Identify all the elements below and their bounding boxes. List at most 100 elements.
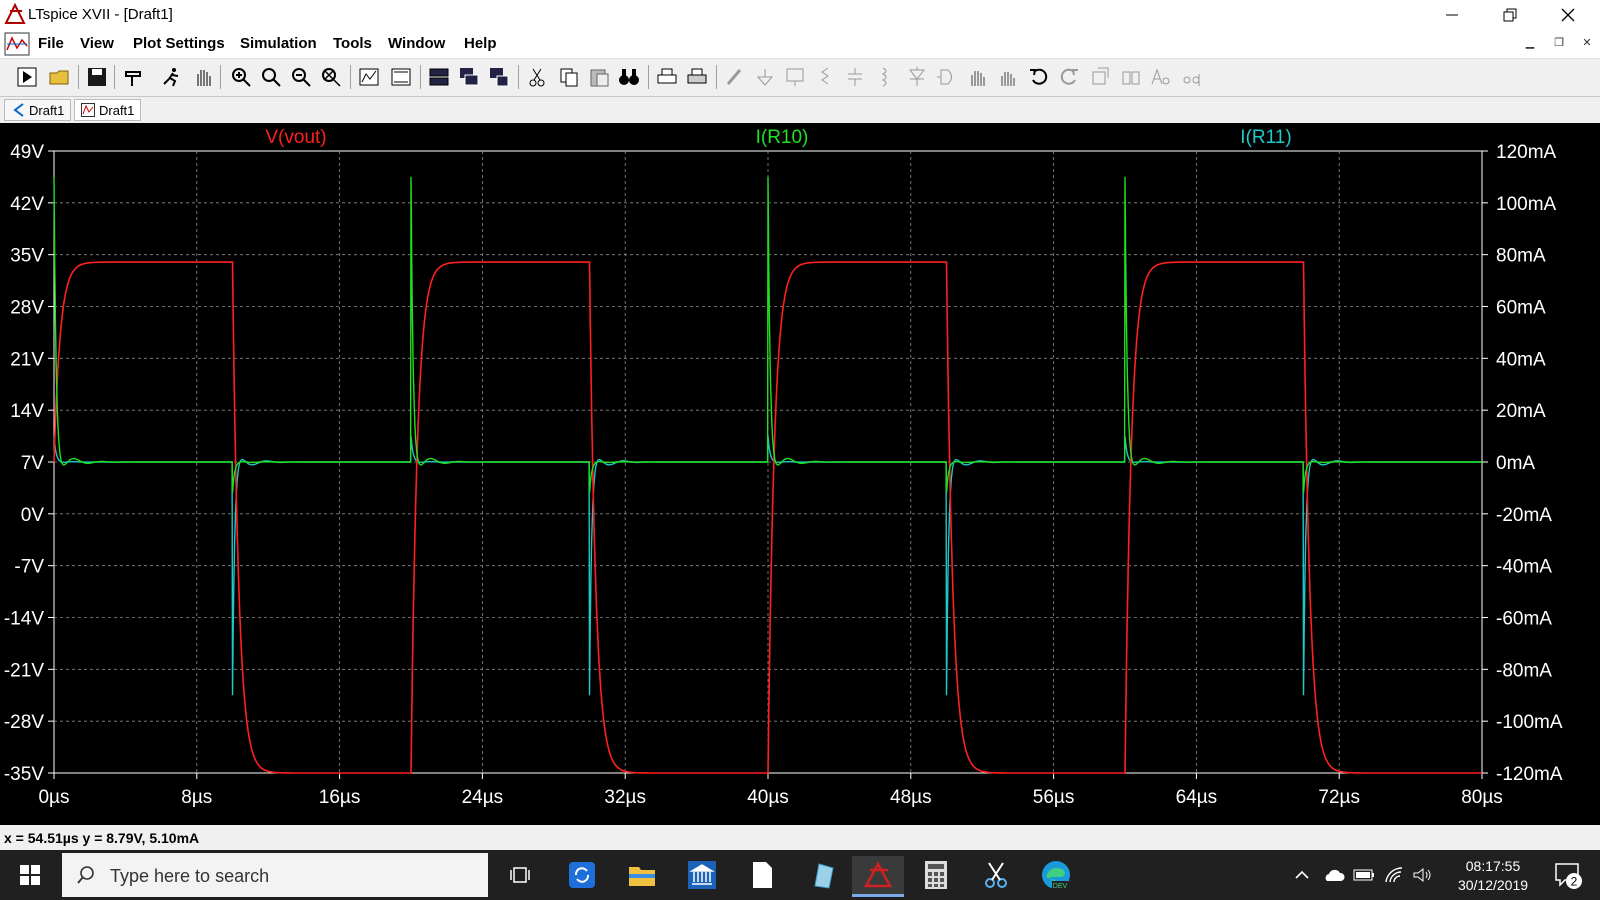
taskbar-sync-app[interactable] <box>560 856 604 894</box>
component-button[interactable] <box>934 64 960 90</box>
zoom-area-button[interactable] <box>258 64 284 90</box>
cloud-icon <box>1325 869 1345 881</box>
x-tick-label: 64µs <box>1176 787 1218 808</box>
x-tick-label: 32µs <box>604 787 646 808</box>
menu-tools[interactable]: Tools <box>333 35 372 52</box>
taskbar-calculator[interactable] <box>914 856 958 894</box>
volume-tray-icon[interactable] <box>1410 856 1434 894</box>
waveform-icon <box>81 103 95 117</box>
zoom-in-button[interactable] <box>228 64 254 90</box>
wifi-icon <box>1385 867 1403 883</box>
menu-help[interactable]: Help <box>464 35 497 52</box>
text-button[interactable] <box>1148 64 1174 90</box>
tab-schematic-draft1[interactable]: Draft1 <box>4 99 72 121</box>
wifi-tray-icon[interactable] <box>1382 856 1406 894</box>
menu-file[interactable]: File <box>38 35 64 52</box>
taskbar-ltspice[interactable] <box>852 856 904 897</box>
close-button[interactable] <box>1540 0 1596 30</box>
taskbar-paint-app[interactable] <box>800 856 844 894</box>
zoom-fit-button[interactable] <box>318 64 344 90</box>
pan-button[interactable] <box>190 64 216 90</box>
control-panel-button[interactable] <box>120 64 146 90</box>
capacitor-button[interactable] <box>842 64 868 90</box>
open-button[interactable] <box>46 64 72 90</box>
rotate-icon <box>1092 67 1109 85</box>
edge-dev-icon: DEV <box>1042 861 1070 890</box>
rotate-button[interactable] <box>1088 64 1114 90</box>
sync-app-icon <box>569 862 595 888</box>
y-tick-label-right: 20mA <box>1496 401 1546 422</box>
plot-canvas[interactable]: 49V 120mA 42V 100mA 35V 80mA 28V 60mA 21V 40mA 14V… <box>0 123 1600 825</box>
inductor-button[interactable] <box>872 64 898 90</box>
print-button[interactable] <box>654 64 680 90</box>
paste-button[interactable] <box>586 64 612 90</box>
undo-icon <box>1030 68 1048 85</box>
tile-vertical-button[interactable] <box>486 64 512 90</box>
mdi-close-button[interactable]: ✕ <box>1576 36 1598 54</box>
waveform-plot[interactable]: 49V 120mA 42V 100mA 35V 80mA 28V 60mA 21V 40mA 14V… <box>0 123 1600 825</box>
cursor-readout: x = 54.51µs y = 8.79V, 5.10mA <box>4 830 200 846</box>
onedrive-tray-icon[interactable] <box>1322 856 1346 894</box>
menu-view[interactable]: View <box>80 35 114 52</box>
taskbar-edge-dev[interactable]: DEV <box>1034 856 1078 894</box>
halt-button[interactable] <box>158 64 184 90</box>
menu-simulation[interactable]: Simulation <box>240 35 317 52</box>
waveform-doc-icon[interactable] <box>4 32 30 56</box>
y-tick-label-left: 28V <box>10 298 44 319</box>
paste-icon <box>590 69 609 87</box>
redo-button[interactable] <box>1056 64 1082 90</box>
mdi-restore-button[interactable]: ❐ <box>1548 36 1570 54</box>
minimize-button[interactable] <box>1424 0 1480 30</box>
start-button[interactable] <box>8 856 52 894</box>
y-tick-label-left: -14V <box>4 609 44 630</box>
inductor-icon <box>881 67 887 87</box>
taskbar-notepad[interactable] <box>740 856 784 894</box>
schematic-icon <box>13 103 24 117</box>
fit-plot-button[interactable] <box>388 64 414 90</box>
y-tick-label-left: 7V <box>21 453 45 474</box>
notification-icon: 2 <box>1555 863 1582 889</box>
task-view-button[interactable] <box>498 856 542 894</box>
run-button[interactable] <box>14 64 40 90</box>
mdi-minimize-button[interactable]: ▁ <box>1519 36 1541 54</box>
y-tick-label-right: 40mA <box>1496 349 1546 370</box>
cascade-button[interactable] <box>456 64 482 90</box>
drag-button[interactable] <box>994 64 1020 90</box>
undo-button[interactable] <box>1026 64 1052 90</box>
tile-horizontal-button[interactable] <box>426 64 452 90</box>
mirror-button[interactable] <box>1118 64 1144 90</box>
label-net-icon <box>786 68 804 86</box>
save-button[interactable] <box>84 64 110 90</box>
tab-waveform-draft1[interactable]: Draft1 <box>74 99 142 121</box>
menu-window[interactable]: Window <box>388 35 445 52</box>
notification-count: 2 <box>1571 875 1578 889</box>
battery-tray-icon[interactable] <box>1352 856 1376 894</box>
taskbar-bank-app[interactable] <box>680 856 724 894</box>
y-tick-label-right: -20mA <box>1496 505 1552 526</box>
resistor-button[interactable] <box>812 64 838 90</box>
calculator-icon <box>925 861 947 889</box>
move-button[interactable] <box>964 64 990 90</box>
restore-button[interactable] <box>1482 0 1538 30</box>
spice-directive-button[interactable] <box>1178 64 1204 90</box>
cut-button[interactable] <box>524 64 550 90</box>
taskbar-file-explorer[interactable] <box>620 856 664 894</box>
draw-wire-button[interactable] <box>722 64 748 90</box>
print-setup-button[interactable] <box>684 64 710 90</box>
ltspice-app-icon[interactable] <box>4 3 26 25</box>
menu-plot-settings[interactable]: Plot Settings <box>133 35 225 52</box>
taskbar-clock[interactable]: 08:17:55 30/12/2019 <box>1448 857 1538 895</box>
label-net-button[interactable] <box>782 64 808 90</box>
copy-button[interactable] <box>556 64 582 90</box>
diode-button[interactable] <box>904 64 930 90</box>
taskbar-search-box[interactable]: Type here to search <box>62 853 488 897</box>
zoom-out-button[interactable] <box>288 64 314 90</box>
paint-icon <box>814 863 834 889</box>
autorange-button[interactable] <box>356 64 382 90</box>
taskbar-snipping-tool[interactable] <box>974 856 1018 894</box>
notification-center-button[interactable]: 2 <box>1548 856 1588 894</box>
show-hidden-icons-button[interactable] <box>1290 856 1314 894</box>
ground-button[interactable] <box>752 64 778 90</box>
find-button[interactable] <box>616 64 642 90</box>
y-tick-label-left: -21V <box>4 660 44 681</box>
